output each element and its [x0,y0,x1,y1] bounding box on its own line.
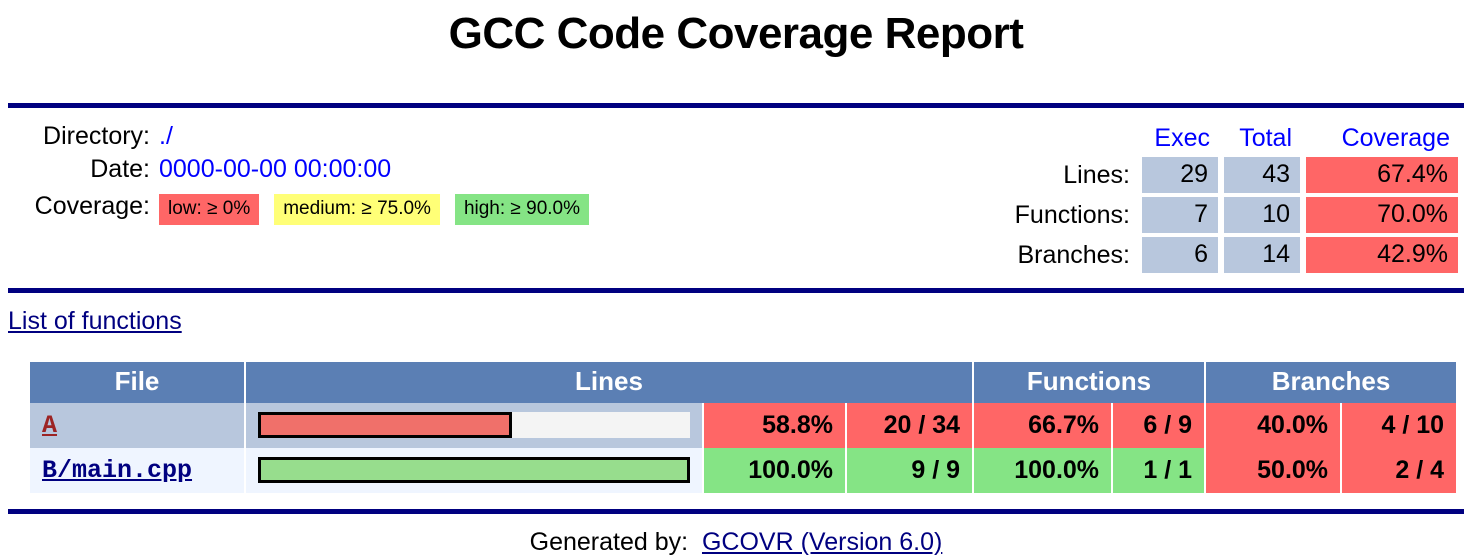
row-branches-percent: 40.0% [1204,403,1343,448]
row-functions-ratio: 1 / 1 [1111,448,1207,493]
row-functions-percent: 66.7% [972,403,1114,448]
date-value: 0000-00-00 00:00:00 [159,155,392,183]
row-functions-percent: 100.0% [972,448,1114,493]
col-header-functions: Functions [972,362,1207,403]
stats-row-branches: Branches: 6 14 42.9% [1014,237,1458,273]
lines-progress-fill [258,457,690,483]
legend-chip-medium: medium: ≥ 75.0% [274,194,440,225]
directory-row: Directory: ./ [0,120,604,153]
col-header-lines: Lines [243,362,975,403]
lines-progress-track [258,412,690,438]
coverage-legend-row: Coverage: low: ≥ 0% medium: ≥ 75.0% high: … [0,186,604,227]
stats-total-functions: 10 [1224,197,1300,233]
stats-exec-lines: 29 [1142,157,1218,193]
date-row: Date: 0000-00-00 00:00:00 [0,153,604,186]
report-metadata: Directory: ./ Date: 0000-00-00 00:00:00 … [0,120,604,227]
page-title: GCC Code Coverage Report [448,9,1024,58]
lines-progress-fill [258,412,513,438]
file-link[interactable]: A [42,411,57,440]
legend-chip-low: low: ≥ 0% [159,194,260,225]
row-branches-percent: 50.0% [1204,448,1343,493]
stats-exec-functions: 7 [1142,197,1218,233]
footer-generated-by-label: Generated by: [529,528,689,556]
stats-header-coverage: Coverage [1341,124,1450,152]
list-of-functions-wrap: List of functions [0,293,1472,336]
stats-total-lines: 43 [1224,157,1300,193]
stats-corner [1014,124,1136,153]
date-label: Date: [90,155,150,183]
footer: Generated by: GCOVR (Version 6.0) [0,514,1472,557]
coverage-table-wrap: File Lines Functions Branches A 58.8% 20… [0,336,1472,493]
row-lines-percent: 58.8% [702,403,847,448]
coverage-table: File Lines Functions Branches A 58.8% 20… [30,362,1457,493]
row-functions-ratio: 6 / 9 [1111,403,1207,448]
stats-header-total: Total [1239,124,1292,152]
row-lines-bar-cell [244,403,704,448]
col-header-branches: Branches [1204,362,1457,403]
stats-row-functions: Functions: 7 10 70.0% [1014,197,1458,233]
file-link[interactable]: B/main.cpp [42,456,192,485]
stats-label-branches: Branches: [1017,240,1130,269]
stats-header-row: Exec Total Coverage [1014,124,1458,153]
summary-stats-table: Exec Total Coverage Lines: 29 43 67.4% F… [1008,120,1464,277]
coverage-table-header-row: File Lines Functions Branches [30,362,1457,403]
row-file-cell: B/main.cpp [30,448,246,493]
row-branches-ratio: 4 / 10 [1340,403,1457,448]
directory-value: ./ [159,122,173,150]
row-branches-ratio: 2 / 4 [1340,448,1457,493]
directory-label: Directory: [43,122,150,150]
row-lines-ratio: 9 / 9 [844,448,975,493]
stats-coverage-lines: 67.4% [1306,157,1458,193]
coverage-legend-label: Coverage: [34,192,150,220]
col-header-file: File [30,362,246,403]
summary-section: Directory: ./ Date: 0000-00-00 00:00:00 … [0,108,1472,273]
stats-coverage-branches: 42.9% [1306,237,1458,273]
stats-total-branches: 14 [1224,237,1300,273]
row-lines-ratio: 20 / 34 [844,403,975,448]
stats-label-lines: Lines: [1063,160,1130,189]
list-of-functions-link[interactable]: List of functions [8,307,182,335]
row-file-cell: A [30,403,246,448]
lines-progress-track [258,457,690,483]
row-lines-percent: 100.0% [702,448,847,493]
table-row: A 58.8% 20 / 34 66.7% 6 / 9 40.0% 4 / 10 [30,403,1457,448]
stats-coverage-functions: 70.0% [1306,197,1458,233]
stats-header-exec: Exec [1154,124,1210,152]
stats-row-lines: Lines: 29 43 67.4% [1014,157,1458,193]
row-lines-bar-cell [244,448,704,493]
legend-chip-high: high: ≥ 90.0% [454,194,590,225]
stats-label-functions: Functions: [1014,200,1130,229]
gcovr-link[interactable]: GCOVR (Version 6.0) [702,528,942,556]
table-row: B/main.cpp 100.0% 9 / 9 100.0% 1 / 1 50.… [30,448,1457,493]
stats-exec-branches: 6 [1142,237,1218,273]
coverage-legend-chips: low: ≥ 0% medium: ≥ 75.0% high: ≥ 90.0% [159,186,604,227]
